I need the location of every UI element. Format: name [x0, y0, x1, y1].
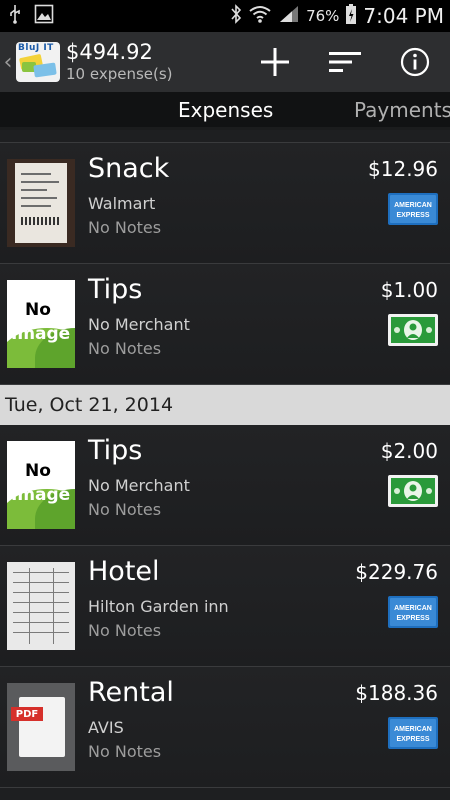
usb-icon	[8, 4, 22, 28]
expense-amount: $12.96	[368, 157, 438, 181]
expense-count: 10 expense(s)	[66, 65, 173, 84]
back-chevron-icon[interactable]: ‹	[0, 32, 16, 92]
expense-merchant: Hilton Garden inn	[88, 597, 229, 616]
expense-notes: No Notes	[88, 339, 162, 358]
signal-icon	[278, 4, 300, 28]
expense-title: Hotel	[88, 556, 160, 587]
amex-text-2: EXPRESS	[396, 212, 429, 219]
report-total: $494.92	[66, 40, 153, 65]
expense-amount: $229.76	[355, 560, 438, 584]
amex-text-1: AMERICAN	[394, 202, 432, 209]
tab-expenses[interactable]: Expenses	[178, 98, 273, 122]
gallery-icon	[34, 4, 54, 28]
status-time: 7:04 PM	[363, 4, 444, 28]
expense-amount: $2.00	[380, 439, 438, 463]
expense-title: Rental	[88, 677, 174, 708]
expense-title: Tips	[88, 435, 143, 466]
no-image-thumbnail[interactable]: No Image	[7, 280, 75, 368]
app-logo-text: BluJ IT	[18, 43, 54, 53]
wifi-icon	[248, 4, 272, 28]
pdf-thumbnail[interactable]: PDF	[7, 683, 75, 771]
pdf-label: PDF	[11, 707, 43, 721]
amex-text-2: EXPRESS	[396, 736, 429, 743]
expense-title: Snack	[88, 153, 170, 184]
battery-icon	[345, 3, 357, 29]
cash-icon	[388, 314, 438, 346]
expense-row[interactable]: No Image Tips No Merchant No Notes $1.00	[0, 264, 450, 385]
status-bar: 76% 7:04 PM	[0, 0, 450, 32]
receipt-thumbnail[interactable]	[7, 159, 75, 247]
amex-text-1: AMERICAN	[394, 726, 432, 733]
expense-notes: No Notes	[88, 621, 162, 640]
section-date: Tue, Oct 21, 2014	[5, 394, 174, 416]
expense-merchant: No Merchant	[88, 315, 190, 334]
amex-card-icon: AMERICAN EXPRESS	[388, 193, 438, 225]
sort-icon	[329, 52, 361, 72]
tab-bar: Expenses Payments	[0, 92, 450, 130]
amex-text-2: EXPRESS	[396, 615, 429, 622]
date-section-header: Tue, Oct 21, 2014	[0, 385, 450, 425]
amex-card-icon: AMERICAN EXPRESS	[388, 717, 438, 749]
add-expense-button[interactable]	[240, 32, 310, 92]
tab-payments[interactable]: Payments	[354, 98, 450, 122]
expense-notes: No Notes	[88, 500, 162, 519]
battery-percent: 76%	[306, 7, 340, 25]
app-logo[interactable]: BluJ IT	[16, 42, 60, 82]
expense-list[interactable]: Snack Walmart No Notes $12.96 AMERICAN E…	[0, 130, 450, 788]
bluetooth-icon	[230, 4, 242, 28]
info-icon	[400, 47, 430, 77]
expense-notes: No Notes	[88, 742, 162, 761]
expense-merchant: Walmart	[88, 194, 156, 213]
report-summary: $494.92 10 expense(s)	[66, 41, 173, 83]
sort-button[interactable]	[310, 32, 380, 92]
plus-icon	[261, 48, 289, 76]
expense-row[interactable]: Hotel Hilton Garden inn No Notes $229.76…	[0, 546, 450, 667]
expense-row[interactable]: No Image Tips No Merchant No Notes $2.00	[0, 425, 450, 546]
expense-amount: $188.36	[355, 681, 438, 705]
expense-row[interactable]: Snack Walmart No Notes $12.96 AMERICAN E…	[0, 143, 450, 264]
no-image-thumbnail[interactable]: No Image	[7, 441, 75, 529]
expense-row[interactable]: PDF Rental AVIS No Notes $188.36 AMERICA…	[0, 667, 450, 788]
action-bar: ‹ BluJ IT $494.92 10 expense(s)	[0, 32, 450, 92]
amex-card-icon: AMERICAN EXPRESS	[388, 596, 438, 628]
expense-amount: $1.00	[380, 278, 438, 302]
document-thumbnail[interactable]	[7, 562, 75, 650]
expense-merchant: AVIS	[88, 718, 124, 737]
cash-icon	[388, 475, 438, 507]
expense-merchant: No Merchant	[88, 476, 190, 495]
expense-title: Tips	[88, 274, 143, 305]
amex-text-1: AMERICAN	[394, 605, 432, 612]
expense-notes: No Notes	[88, 218, 162, 237]
info-button[interactable]	[380, 32, 450, 92]
